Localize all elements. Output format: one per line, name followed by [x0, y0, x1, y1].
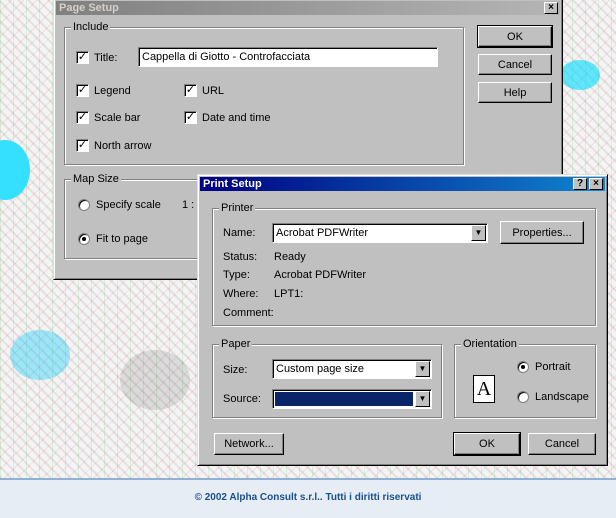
properties-button[interactable]: Properties...: [500, 221, 584, 244]
print-setup-dialog: Print Setup ? × Printer Name: Acrobat PD…: [197, 174, 608, 466]
paper-size-value: Custom page size: [276, 363, 365, 375]
specify-scale-label: Specify scale: [96, 199, 161, 211]
legend-checkbox[interactable]: ✓: [76, 84, 89, 97]
url-label: URL: [202, 85, 225, 97]
type-value: Acrobat PDFWriter: [274, 269, 367, 281]
title-checkbox[interactable]: ✓: [76, 51, 89, 64]
source-selection-highlight: [275, 392, 413, 406]
print-setup-titlebar[interactable]: Print Setup ? ×: [200, 177, 605, 191]
landscape-label: Landscape: [535, 391, 589, 403]
source-label: Source:: [223, 393, 261, 405]
cyan-map-patch: [560, 60, 600, 90]
orientation-group-label: Orientation: [461, 338, 519, 350]
page-setup-title: Page Setup: [59, 2, 119, 14]
comment-label: Comment:: [223, 307, 274, 319]
url-checkbox[interactable]: ✓: [184, 84, 197, 97]
page-setup-titlebar[interactable]: Page Setup ×: [56, 1, 560, 15]
paper-size-select[interactable]: Custom page size ▼: [272, 359, 432, 379]
landscape-radio[interactable]: [517, 391, 529, 403]
copyright-text: © 2002 Alpha Consult s.r.l.. Tutti i dir…: [194, 492, 422, 503]
status-label: Status:: [223, 251, 258, 263]
map-size-group-label: Map Size: [71, 173, 121, 185]
date-time-checkbox[interactable]: ✓: [184, 111, 197, 124]
size-label: Size:: [223, 364, 248, 376]
chevron-down-icon[interactable]: ▼: [415, 361, 430, 377]
print-setup-title: Print Setup: [203, 178, 262, 190]
page-setup-cancel-button[interactable]: Cancel: [478, 54, 552, 75]
portrait-radio[interactable]: [517, 361, 529, 373]
network-button[interactable]: Network...: [214, 433, 284, 455]
name-label: Name:: [223, 227, 256, 239]
date-time-label: Date and time: [202, 112, 271, 124]
dark-map-patch: [120, 350, 190, 410]
status-value: Ready: [274, 251, 306, 263]
chevron-down-icon[interactable]: ▼: [415, 391, 430, 407]
fit-to-page-label: Fit to page: [96, 233, 148, 245]
legend-label: Legend: [94, 85, 131, 97]
portrait-page-icon: A: [473, 375, 495, 403]
scale-bar-label: Scale bar: [94, 112, 141, 124]
close-icon[interactable]: ×: [544, 2, 558, 14]
title-check-label: Title:: [94, 52, 118, 64]
close-icon[interactable]: ×: [589, 178, 603, 190]
include-group-label: Include: [71, 21, 111, 33]
north-arrow-checkbox[interactable]: ✓: [76, 139, 89, 152]
type-label: Type:: [223, 269, 250, 281]
portrait-label: Portrait: [535, 361, 571, 373]
paper-source-select[interactable]: ▼: [272, 389, 432, 409]
printer-name-select[interactable]: Acrobat PDFWriter ▼: [272, 223, 488, 243]
north-arrow-label: North arrow: [94, 140, 152, 152]
paper-group-label: Paper: [219, 338, 253, 350]
where-label: Where:: [223, 288, 259, 300]
print-setup-ok-button[interactable]: OK: [453, 432, 521, 456]
scale-prefix: 1 :: [182, 199, 195, 211]
printer-group-label: Printer: [219, 202, 256, 214]
title-input[interactable]: Cappella di Giotto - Controfacciata: [138, 47, 438, 67]
page-setup-help-button[interactable]: Help: [478, 82, 552, 103]
specify-scale-radio[interactable]: [78, 199, 90, 211]
print-setup-cancel-button[interactable]: Cancel: [528, 433, 596, 455]
chevron-down-icon[interactable]: ▼: [471, 225, 486, 241]
cyan-map-patch: [10, 330, 70, 380]
printer-name-value: Acrobat PDFWriter: [276, 227, 369, 239]
page-setup-ok-button[interactable]: OK: [477, 25, 553, 48]
fit-to-page-radio[interactable]: [78, 233, 90, 245]
help-icon[interactable]: ?: [573, 178, 587, 190]
cyan-map-patch: [0, 140, 30, 200]
scale-bar-checkbox[interactable]: ✓: [76, 111, 89, 124]
where-value: LPT1:: [274, 288, 304, 300]
